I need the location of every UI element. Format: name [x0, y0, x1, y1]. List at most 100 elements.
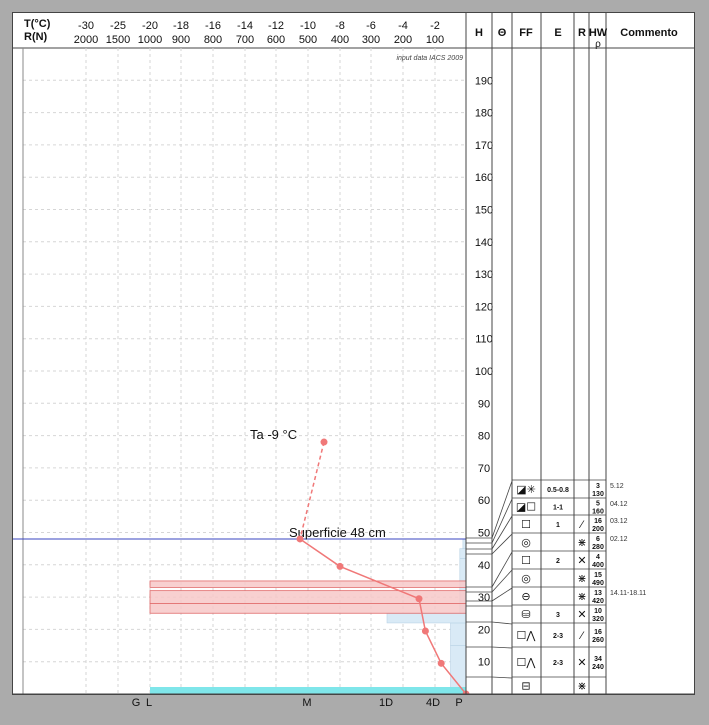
height-tick-label: 140 [475, 237, 493, 249]
ram-tick-label: 1000 [138, 34, 162, 46]
height-tick-label: 110 [475, 334, 493, 346]
layer-comment: 03.12 [610, 518, 628, 525]
hardness-scale-label: 1D [379, 697, 394, 709]
temperature-tick-label: -16 [205, 20, 221, 32]
ram-profile-step [450, 622, 467, 646]
column-header-rho: ρ [595, 39, 601, 50]
column-header-h: H [475, 27, 483, 39]
hardness-symbol: ✕ [577, 609, 586, 621]
temperature-tick-label: -2 [430, 20, 440, 32]
hand-hardness-value: 16 [594, 518, 602, 525]
layer-comment: 04.12 [610, 501, 628, 508]
grain-form-icon: ☐ [521, 555, 531, 567]
temperature-tick-label: -10 [300, 20, 316, 32]
height-tick-label: 170 [475, 140, 493, 152]
hand-hardness-value: 3 [596, 483, 600, 490]
column-header-comment: Commento [620, 27, 678, 39]
grain-form-icon: ◪✳ [516, 484, 536, 496]
hardness-symbol: ✕ [577, 657, 586, 669]
height-tick-label: 60 [478, 495, 490, 507]
temperature-tick-label: -12 [268, 20, 284, 32]
temperature-tick-label: -14 [237, 20, 253, 32]
density-value: 400 [592, 562, 604, 569]
column-header-hw: HW [589, 27, 608, 39]
temperature-tick-label: -6 [366, 20, 376, 32]
air-temperature-label: Ta -9 °C [250, 427, 297, 442]
height-tick-label: 20 [478, 624, 490, 636]
temperature-axis-title: T(°C) [24, 18, 51, 30]
grain-form-icon: ⛁ [521, 609, 530, 621]
density-value: 240 [592, 664, 604, 671]
grain-form-icon: ☐⋀ [517, 657, 537, 669]
ram-tick-label: 600 [267, 34, 285, 46]
grain-size-value: 1 [556, 522, 560, 529]
temperature-point [421, 627, 429, 635]
layer-connector [491, 480, 513, 539]
density-value: 200 [592, 526, 604, 533]
hand-hardness-value: 15 [594, 572, 602, 579]
temperature-tick-label: -8 [335, 20, 345, 32]
height-tick-label: 150 [475, 205, 493, 217]
hand-hardness-value: 16 [594, 629, 602, 636]
height-tick-label: 10 [478, 657, 490, 669]
grain-form-icon: ◎ [521, 573, 531, 585]
layer-connector [491, 587, 513, 602]
ram-tick-label: 1500 [106, 34, 130, 46]
ram-tick-label: 200 [394, 34, 412, 46]
ram-profile-step [459, 558, 467, 582]
height-tick-label: 30 [478, 592, 490, 604]
layer-comment: 5.12 [610, 483, 624, 490]
column-header-e: E [554, 27, 561, 39]
grain-form-icon: ⊖ [521, 591, 530, 603]
density-value: 260 [592, 637, 604, 644]
grain-size-value: 3 [556, 612, 560, 619]
hand-hardness-value: 34 [594, 656, 602, 663]
layer-comment: 14.11-18.11 [610, 590, 646, 597]
hardness-scale-label: 4D [426, 697, 441, 709]
density-value: 130 [592, 491, 604, 498]
temperature-tick-label: -20 [142, 20, 158, 32]
ram-tick-label: 500 [299, 34, 317, 46]
ram-axis-title: R(N) [24, 31, 48, 43]
density-value: 490 [592, 580, 604, 587]
column-header-r: R [578, 27, 586, 39]
temperature-point [336, 562, 344, 570]
hardness-symbol: ⋇ [577, 681, 586, 693]
hardness-scale-label: L [145, 697, 153, 709]
temperature-tick-label: -18 [173, 20, 189, 32]
hand-hardness-value: 5 [596, 501, 600, 508]
grain-form-icon: ⊟ [521, 681, 530, 693]
air-temperature-point [320, 438, 328, 446]
ram-tick-label: 100 [426, 34, 444, 46]
column-header-ff: FF [519, 27, 533, 39]
hardness-symbol: ✕ [577, 555, 586, 567]
temperature-point [437, 659, 445, 667]
grain-form-icon: ◪☐ [516, 502, 536, 514]
density-value: 420 [592, 598, 604, 605]
ram-profile-step [450, 645, 467, 694]
height-tick-label: 190 [475, 75, 493, 87]
density-value: 320 [592, 616, 604, 623]
ram-profile-step [459, 548, 467, 559]
hardness-scale-label: M [302, 697, 312, 709]
layer-connector [491, 551, 513, 588]
hardness-symbol: ⁄ [578, 519, 585, 531]
hand-hardness-value: 10 [594, 608, 602, 615]
layer-connector [491, 646, 513, 649]
hand-hardness-value: 4 [596, 554, 600, 561]
height-tick-label: 180 [475, 108, 493, 120]
ram-tick-label: 2000 [74, 34, 98, 46]
height-tick-label: 40 [478, 560, 490, 572]
ground-band [150, 687, 466, 694]
ram-tick-label: 300 [362, 34, 380, 46]
grain-form-icon: ☐⋀ [517, 630, 537, 642]
height-tick-label: 120 [475, 301, 493, 313]
ram-tick-label: 900 [172, 34, 190, 46]
hardness-symbol: ⁄ [578, 630, 585, 642]
source-note: input data IACS 2009 [396, 55, 463, 62]
grain-size-value: 0.5-0.8 [547, 487, 569, 494]
density-value: 160 [592, 509, 604, 516]
grain-size-value: 2 [556, 558, 560, 565]
grain-size-value: 1-1 [553, 505, 563, 512]
grain-form-icon: ☐ [521, 519, 531, 531]
